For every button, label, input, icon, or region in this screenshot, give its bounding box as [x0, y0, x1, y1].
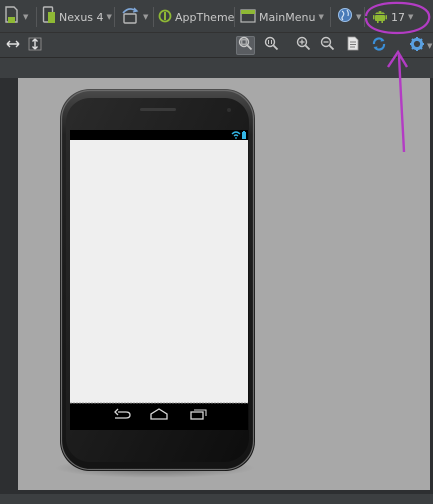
theme-label: AppTheme: [175, 10, 235, 24]
activity-label: MainMenu: [259, 10, 316, 24]
screen-content[interactable]: [70, 140, 248, 403]
bottom-border: [0, 494, 433, 504]
zoom-in-icon: [296, 36, 311, 55]
zoom-in-button[interactable]: [294, 36, 313, 55]
zoom-actual-size-button[interactable]: [262, 36, 281, 55]
battery-icon: [242, 131, 246, 139]
device-icon: [42, 6, 56, 28]
toolbar-divider: [153, 7, 154, 27]
api-level-dropdown[interactable]: 17 ▼: [373, 6, 413, 28]
android-icon: [373, 8, 387, 27]
toolbar-divider: [364, 7, 365, 27]
toolbar-divider: [330, 7, 331, 27]
layout-editor: ▼ Nexus 4 ▼ ▼ AppTheme MainMenu ▼ ▼ 17 ▼…: [0, 0, 433, 504]
orientation-dropdown[interactable]: ▼: [120, 6, 148, 28]
activity-icon: [240, 8, 256, 27]
theme-icon: [158, 8, 172, 27]
expand-vertical-icon: [28, 36, 42, 55]
theme-dropdown[interactable]: AppTheme: [158, 6, 234, 28]
refresh-icon: [371, 36, 387, 56]
device-label: Nexus 4: [59, 10, 104, 24]
settings-button[interactable]: ▼: [407, 36, 432, 56]
gear-icon: [409, 36, 425, 56]
toolbar-divider: [114, 7, 115, 27]
zoom-to-fit-button[interactable]: [236, 36, 255, 55]
chevron-down-icon: ▼: [143, 13, 149, 21]
orientation-icon: [120, 6, 140, 28]
preview-button[interactable]: [343, 36, 362, 55]
chevron-down-icon: ▼: [408, 13, 414, 21]
device-frame: [55, 89, 255, 478]
expand-vertical-button[interactable]: [25, 36, 44, 55]
chevron-down-icon: ▼: [23, 13, 29, 21]
zoom-toolbar: ▼: [0, 33, 433, 58]
globe-icon: [337, 7, 353, 27]
locale-dropdown[interactable]: ▼: [337, 6, 361, 28]
layout-file-icon: [4, 6, 20, 28]
layout-variant-dropdown[interactable]: ▼: [4, 6, 28, 28]
activity-dropdown[interactable]: MainMenu ▼: [240, 6, 324, 28]
chevron-down-icon: ▼: [356, 13, 362, 21]
status-bar: [70, 130, 248, 140]
chevron-down-icon: ▼: [106, 13, 112, 21]
toolbar-divider: [36, 7, 37, 27]
device-dropdown[interactable]: Nexus 4 ▼: [42, 6, 112, 28]
chevron-down-icon: ▼: [427, 42, 433, 50]
expand-horizontal-icon: [6, 36, 20, 55]
navigation-bar: [70, 404, 248, 430]
toolbar-divider: [234, 7, 235, 27]
refresh-button[interactable]: [369, 36, 388, 55]
zoom-out-button[interactable]: [318, 36, 337, 55]
zoom-to-fit-icon: [238, 36, 253, 55]
zoom-actual-size-icon: [264, 36, 279, 55]
zoom-out-icon: [320, 36, 335, 55]
config-toolbar: ▼ Nexus 4 ▼ ▼ AppTheme MainMenu ▼ ▼ 17 ▼: [0, 0, 433, 33]
ruler-band: [0, 58, 433, 78]
expand-horizontal-button[interactable]: [3, 36, 22, 55]
chevron-down-icon: ▼: [318, 13, 324, 21]
api-level-label: 17: [391, 10, 405, 24]
layout-canvas[interactable]: [18, 78, 430, 490]
preview-icon: [347, 36, 359, 55]
